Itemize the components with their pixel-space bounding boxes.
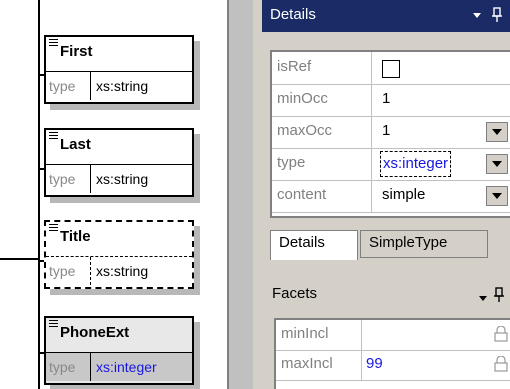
element-name: Last bbox=[60, 136, 91, 153]
type-label: type bbox=[46, 165, 91, 193]
pin-icon[interactable] bbox=[494, 287, 504, 303]
details-titlebar: Details bbox=[262, 0, 510, 32]
maxincl-value[interactable]: 99 bbox=[366, 355, 383, 372]
element-phoneext[interactable]: PhoneExt type xs:integer bbox=[44, 316, 194, 385]
facets-title: Facets bbox=[272, 285, 318, 302]
element-type-row: type xs:integer bbox=[46, 353, 192, 381]
prop-key: type bbox=[272, 148, 372, 180]
prop-row-maxocc: maxOcc 1 bbox=[272, 116, 510, 149]
properties-grid: isRef minOcc 1 maxOcc 1 type xs:integer … bbox=[270, 50, 510, 218]
facet-key: minIncl bbox=[276, 320, 362, 350]
element-type-row: type xs:string bbox=[46, 72, 192, 100]
pane-splitter[interactable] bbox=[227, 0, 262, 389]
prop-row-type: type xs:integer bbox=[272, 148, 510, 181]
element-type-row: type xs:string bbox=[46, 165, 192, 193]
element-title[interactable]: Title type xs:string bbox=[44, 220, 194, 289]
facet-row-minincl: minIncl bbox=[276, 320, 510, 351]
isref-checkbox[interactable] bbox=[382, 60, 400, 78]
prop-key: maxOcc bbox=[272, 116, 372, 148]
prop-key: content bbox=[272, 180, 372, 212]
tab-details[interactable]: Details bbox=[270, 230, 358, 260]
element-name: PhoneExt bbox=[60, 324, 130, 341]
type-label: type bbox=[46, 72, 91, 100]
element-icon bbox=[49, 39, 58, 48]
details-panel: Details isRef minOcc 1 maxOcc 1 type xs:… bbox=[262, 0, 510, 389]
pin-icon[interactable] bbox=[492, 7, 502, 23]
prop-row-isref: isRef bbox=[272, 52, 510, 85]
maxocc-value[interactable]: 1 bbox=[372, 116, 390, 148]
maxocc-dropdown-button[interactable] bbox=[486, 122, 508, 142]
prop-key: minOcc bbox=[272, 84, 372, 116]
element-icon bbox=[49, 132, 58, 141]
splitter-edge bbox=[253, 0, 262, 389]
element-header: PhoneExt bbox=[46, 318, 192, 353]
facets-menu-arrow-icon[interactable] bbox=[479, 296, 487, 301]
prop-row-minocc: minOcc 1 bbox=[272, 84, 510, 117]
prop-key: isRef bbox=[272, 52, 372, 84]
element-last[interactable]: Last type xs:string bbox=[44, 128, 194, 197]
type-dropdown-button[interactable] bbox=[486, 154, 508, 174]
element-header: Last bbox=[46, 130, 192, 165]
lock-icon bbox=[494, 326, 508, 342]
type-value: xs:string bbox=[96, 171, 149, 187]
content-dropdown-button[interactable] bbox=[486, 186, 508, 206]
connector-left bbox=[0, 258, 40, 260]
element-icon bbox=[49, 224, 58, 233]
type-value-field[interactable]: xs:integer bbox=[380, 151, 452, 177]
splitter-edge bbox=[227, 0, 229, 389]
element-type-row: type xs:string bbox=[46, 257, 192, 285]
facet-key: maxIncl bbox=[276, 350, 362, 380]
minocc-value[interactable]: 1 bbox=[372, 84, 390, 116]
prop-row-content: content simple bbox=[272, 180, 510, 213]
element-header: Title bbox=[46, 222, 192, 257]
type-label: type bbox=[46, 257, 91, 285]
content-value[interactable]: simple bbox=[372, 180, 425, 212]
element-name: Title bbox=[60, 228, 91, 245]
details-title: Details bbox=[270, 6, 316, 23]
schema-diagram: First type xs:string Last type xs:string… bbox=[0, 0, 227, 389]
type-label: type bbox=[46, 353, 91, 381]
element-header: First bbox=[46, 37, 192, 72]
connector-vertical bbox=[38, 0, 40, 389]
type-value: xs:integer bbox=[96, 359, 157, 375]
type-value: xs:string bbox=[96, 78, 149, 94]
panel-menu-arrow-icon[interactable] bbox=[473, 13, 481, 18]
lock-icon bbox=[494, 356, 508, 372]
element-first[interactable]: First type xs:string bbox=[44, 35, 194, 104]
element-icon bbox=[49, 320, 58, 329]
facet-row-maxincl: maxIncl 99 bbox=[276, 350, 510, 381]
element-name: First bbox=[60, 43, 93, 60]
facets-grid: minIncl maxIncl 99 bbox=[274, 318, 510, 389]
tab-simpletype[interactable]: SimpleType bbox=[360, 230, 488, 258]
type-value: xs:string bbox=[96, 263, 149, 279]
